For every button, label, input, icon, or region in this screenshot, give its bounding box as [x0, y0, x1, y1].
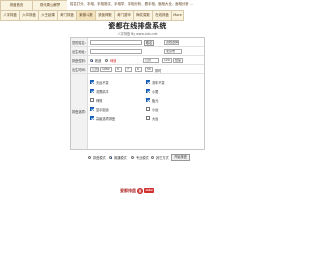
options-label: 排盘选项: — [71, 74, 88, 149]
option-checkbox-10[interactable] — [146, 116, 150, 120]
address-label: 出生地址: — [71, 47, 88, 55]
option-label-9: 高级选项排盘 — [96, 117, 116, 121]
option-checkbox-9[interactable] — [90, 116, 94, 120]
option-label-8: 小运 — [152, 108, 159, 112]
nav-item-more[interactable]: More — [171, 10, 184, 21]
nav-item-qimen[interactable]: 奇门排盘 — [57, 10, 77, 21]
longitude-input[interactable]: 120 — [162, 58, 172, 63]
nav-item-qimendunjia[interactable]: 奇门遁甲 — [114, 10, 134, 21]
mode-label-2: 普通模式 — [114, 156, 127, 160]
options-row: 排盘选项: — [71, 74, 204, 149]
option-checkbox-2[interactable] — [146, 80, 150, 84]
option-label-5: 神煞 — [96, 99, 103, 103]
top-nav: 排盘首页 现代周公解梦 姓名打分、手相、手相测试、手相学、手相分析、看手相、面相… — [0, 0, 275, 21]
mode-radio-4[interactable] — [151, 155, 155, 159]
option-checkbox-6[interactable] — [146, 98, 150, 102]
hour-select[interactable]: 6 — [135, 67, 142, 72]
option-checkbox-7[interactable] — [90, 107, 94, 111]
submit-button[interactable]: 开始排盘 — [171, 154, 190, 161]
mode-label-3: 专业模式 — [136, 156, 149, 160]
mode-radio-3[interactable] — [131, 155, 135, 159]
day-select[interactable]: 7 — [125, 67, 132, 72]
mode-selector: 排盘模式 普通模式 专业模式 其它方式 开始排盘 — [0, 154, 275, 162]
gender-male-radio[interactable] — [90, 58, 94, 62]
option-checkbox-3[interactable] — [90, 89, 94, 93]
nav-row-1: 排盘首页 现代周公解梦 姓名打分、手相、手相测试、手相学、手相分析、看手相、面相… — [0, 0, 275, 11]
date-label: 出生时间: — [71, 65, 88, 73]
mode-label-4: 其它方式 — [156, 156, 169, 160]
option-label-10: 大运 — [152, 117, 159, 121]
name-label: 您的姓名: — [71, 38, 88, 46]
paipan-form: 您的姓名: 取名 双姓选择 出生地址: 北京市 排盘性别: 乾造 坤造 公历 1… — [70, 37, 205, 150]
page-title: 瓷都在线排盘系统 — [108, 22, 167, 30]
option-checkbox-8[interactable] — [146, 107, 150, 111]
minute-select[interactable]: 50 — [145, 67, 153, 72]
gender-male-label: 乾造 — [95, 59, 102, 63]
footer-logo[interactable]: 瓷都排盘 瓷 cidu — [120, 187, 155, 194]
longitude-select[interactable]: 经度 — [173, 58, 183, 63]
option-checkbox-1[interactable] — [90, 80, 94, 84]
gender-female-label: 坤造 — [110, 59, 117, 63]
name-select[interactable]: 双姓选择 — [164, 40, 179, 45]
month-select[interactable]: 6 — [115, 67, 122, 72]
name-button[interactable]: 取名 — [144, 39, 154, 46]
logo-text: 瓷都排盘 — [120, 187, 136, 193]
name-input[interactable] — [90, 40, 142, 45]
time-type-select[interactable]: 公历 — [143, 58, 159, 63]
address-input[interactable] — [90, 49, 142, 54]
nav-item-tieban[interactable]: 铁板神数 — [95, 10, 115, 21]
nav-item-ziwei[interactable]: 紫微斗数 — [76, 10, 96, 21]
option-label-1: 天运不变 — [96, 81, 109, 85]
nav-text-links: 姓名打分、手相、手相测试、手相学、手相分析、看手相、面相大全、面相分析 ... — [67, 0, 275, 10]
option-checkbox-5[interactable] — [90, 98, 94, 102]
option-label-6: 胎元 — [152, 99, 159, 103]
option-label-3: 流限精平 — [96, 90, 109, 94]
nav-item-liuren[interactable]: 六壬起课 — [38, 10, 58, 21]
option-label-4: 小限 — [152, 90, 159, 94]
nav-text-content[interactable]: 姓名打分、手相、手相测试、手相学、手相分析、看手相、面相大全、面相分析 ... — [67, 0, 275, 8]
date-suffix: 排时 — [155, 68, 162, 73]
nav-item-liuyao[interactable]: 六爻排盘 — [19, 10, 39, 21]
option-checkbox-4[interactable] — [146, 89, 150, 93]
logo-seal-icon: 瓷 — [137, 187, 143, 194]
mode-label-1: 排盘模式 — [93, 156, 106, 160]
nav-item-online[interactable]: 在线排盘 — [152, 10, 172, 21]
gender-label: 排盘性别: — [71, 56, 88, 64]
address-select[interactable]: 北京市 — [164, 49, 182, 54]
page-subtitle: 八字排盘 By www.cidu.net — [117, 32, 158, 36]
time-type-select-2[interactable]: 公历 — [90, 67, 99, 72]
nav-row-2: 八字排盘 六爻排盘 六壬起课 奇门排盘 紫微斗数 铁板神数 奇门遁甲 梅花易数 … — [0, 10, 275, 21]
year-select[interactable]: 1982 — [100, 67, 112, 72]
logo-badge: cidu — [144, 188, 155, 193]
nav-item-meihua[interactable]: 梅花易数 — [133, 10, 153, 21]
nav-item-bazi[interactable]: 八字排盘 — [0, 10, 20, 21]
mode-radio-2[interactable] — [109, 155, 113, 159]
option-label-7: 显示起运 — [96, 108, 109, 112]
mode-radio-1[interactable] — [88, 155, 92, 159]
option-label-2: 流年不变 — [152, 81, 165, 85]
